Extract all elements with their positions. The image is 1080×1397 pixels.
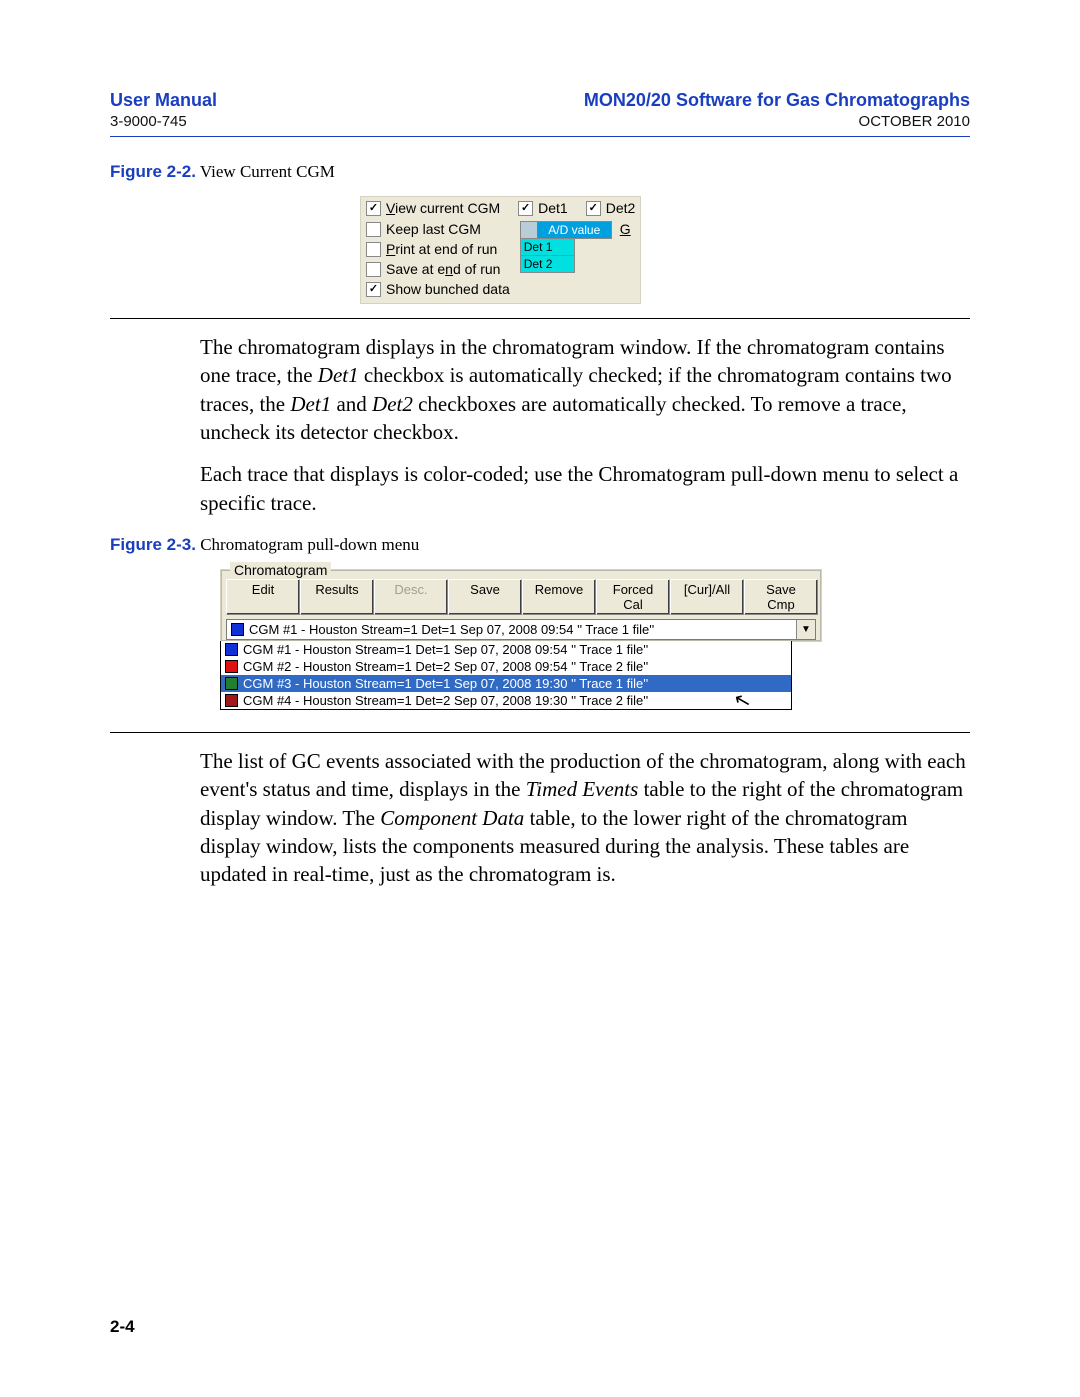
print-end-checkbox[interactable]: Print at end of run: [366, 241, 510, 257]
chromatogram-dropdown-list: CGM #1 - Houston Stream=1 Det=1 Sep 07, …: [220, 641, 792, 710]
separator-rule: [110, 732, 970, 733]
paragraph-2: Each trace that displays is color-coded;…: [200, 460, 970, 517]
forced-cal-button[interactable]: Forced Cal: [596, 579, 670, 615]
g-column-label: G: [612, 221, 631, 239]
save-end-checkbox[interactable]: Save at end of run: [366, 261, 510, 277]
keep-last-cgm-checkbox[interactable]: Keep last CGM: [366, 221, 510, 237]
paragraph-1: The chromatogram displays in the chromat…: [200, 333, 970, 446]
figure-caption-text: Chromatogram pull-down menu: [196, 535, 419, 554]
keep-last-label: Keep last CGM: [386, 221, 481, 237]
combo-selected-text: CGM #1 - Houston Stream=1 Det=1 Sep 07, …: [249, 622, 654, 637]
det1-cell: Det 1: [520, 239, 575, 256]
header-right-sub: OCTOBER 2010: [584, 113, 970, 130]
ad-value-header: A/D value: [520, 221, 612, 239]
checkbox-icon: [366, 201, 381, 216]
det2-label: Det2: [606, 200, 636, 216]
figure-caption-text: View Current CGM: [196, 162, 335, 181]
swatch-icon: [225, 694, 238, 707]
edit-button[interactable]: Edit: [226, 579, 300, 615]
checkbox-icon: [586, 201, 601, 216]
checkbox-icon: [366, 222, 381, 237]
header-left-sub: 3-9000-745: [110, 113, 217, 130]
show-bunched-label: Show bunched data: [386, 281, 510, 297]
results-button[interactable]: Results: [300, 579, 374, 615]
grip-icon: [521, 222, 538, 238]
chromatogram-combo[interactable]: CGM #1 - Houston Stream=1 Det=1 Sep 07, …: [226, 619, 816, 640]
show-bunched-checkbox[interactable]: Show bunched data: [366, 281, 510, 297]
dropdown-arrow-icon[interactable]: ▼: [796, 620, 815, 639]
checkbox-icon: [518, 201, 533, 216]
header-right-title: MON20/20 Software for Gas Chromatographs: [584, 90, 970, 111]
view-current-cgm-checkbox[interactable]: VView current CGMiew current CGM: [366, 200, 500, 216]
checkbox-icon: [366, 262, 381, 277]
figure-2-3-caption: Figure 2-3. Chromatogram pull-down menu: [110, 535, 970, 555]
ad-value-label: A/D value: [538, 222, 611, 238]
groupbox-label: Chromatogram: [230, 562, 331, 578]
chromatogram-groupbox: Chromatogram Edit Results Desc. Save Rem…: [221, 570, 821, 641]
det2-cell: Det 2: [520, 256, 575, 273]
view-cgm-panel: VView current CGMiew current CGM Det1 De…: [360, 196, 641, 304]
det1-checkbox[interactable]: Det1: [518, 200, 568, 216]
figure-number: Figure 2-3.: [110, 535, 196, 554]
checkbox-icon: [366, 282, 381, 297]
list-item[interactable]: CGM #1 - Houston Stream=1 Det=1 Sep 07, …: [221, 641, 791, 658]
list-item[interactable]: CGM #3 - Houston Stream=1 Det=1 Sep 07, …: [221, 675, 791, 692]
header-rule: [110, 136, 970, 137]
swatch-icon: [225, 643, 238, 656]
save-cmp-button[interactable]: Save Cmp: [744, 579, 818, 615]
separator-rule: [110, 318, 970, 319]
header-left-title: User Manual: [110, 90, 217, 111]
toolbar: Edit Results Desc. Save Remove Forced Ca…: [226, 579, 816, 615]
figure-number: Figure 2-2.: [110, 162, 196, 181]
list-item-text: CGM #1 - Houston Stream=1 Det=1 Sep 07, …: [243, 642, 648, 657]
swatch-icon: [231, 623, 244, 636]
checkbox-icon: [366, 242, 381, 257]
det2-checkbox[interactable]: Det2: [586, 200, 636, 216]
remove-button[interactable]: Remove: [522, 579, 596, 615]
swatch-icon: [225, 677, 238, 690]
list-item-text: CGM #3 - Houston Stream=1 Det=1 Sep 07, …: [243, 676, 648, 691]
save-button[interactable]: Save: [448, 579, 522, 615]
swatch-icon: [225, 660, 238, 673]
paragraph-3: The list of GC events associated with th…: [200, 747, 970, 889]
page-number: 2-4: [110, 1317, 970, 1337]
list-item-text: CGM #2 - Houston Stream=1 Det=2 Sep 07, …: [243, 659, 648, 674]
page-header: User Manual 3-9000-745 MON20/20 Software…: [110, 90, 970, 130]
list-item[interactable]: CGM #2 - Houston Stream=1 Det=2 Sep 07, …: [221, 658, 791, 675]
cur-all-button[interactable]: [Cur]/All: [670, 579, 744, 615]
list-item-text: CGM #4 - Houston Stream=1 Det=2 Sep 07, …: [243, 693, 648, 708]
list-item[interactable]: CGM #4 - Houston Stream=1 Det=2 Sep 07, …: [221, 692, 791, 709]
det1-label: Det1: [538, 200, 568, 216]
figure-2-2-caption: Figure 2-2. View Current CGM: [110, 162, 970, 182]
desc-button[interactable]: Desc.: [374, 579, 448, 615]
